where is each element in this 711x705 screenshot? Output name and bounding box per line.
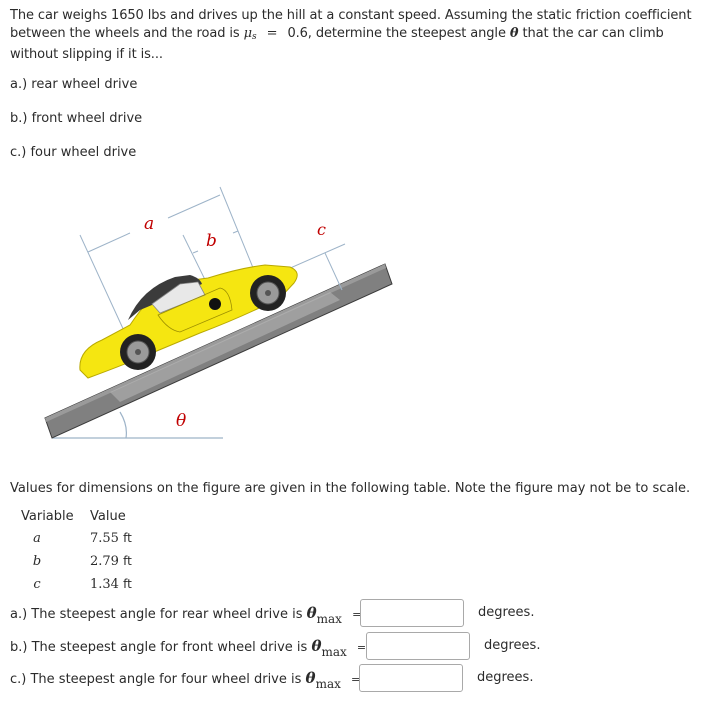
- value-cell: 7.55 ft: [90, 531, 132, 546]
- mu-subscript: s: [252, 32, 257, 42]
- variable-cell: b: [32, 554, 42, 569]
- front-wheel: [250, 275, 286, 311]
- dim-line-rear-axle: [79, 234, 126, 334]
- value-cell: 1.34 ft: [90, 577, 132, 592]
- table-row: b 2.79 ft: [21, 554, 221, 574]
- dim-line-a-right: [167, 194, 221, 219]
- answer-b-unit: degrees.: [484, 638, 541, 653]
- answer-a-unit: degrees.: [478, 605, 535, 620]
- car-on-incline-figure: a b c θ: [40, 180, 410, 450]
- part-b-label: b.) front wheel drive: [10, 111, 143, 126]
- theta-symbol: θ: [509, 26, 519, 41]
- table-row: c 1.34 ft: [21, 577, 221, 597]
- max-subscript: max: [316, 612, 342, 626]
- angle-arc: [119, 411, 127, 439]
- value-number: 1.34: [90, 577, 119, 592]
- part-a-label: a.) rear wheel drive: [10, 77, 138, 92]
- theta-symbol: θ: [311, 637, 322, 655]
- max-subscript: max: [321, 645, 347, 659]
- part-c-label: c.) four wheel drive: [10, 145, 137, 160]
- answer-b-prefix: b.) The steepest angle for front wheel d…: [10, 640, 308, 655]
- answer-c-input[interactable]: [359, 664, 463, 692]
- label-b: b: [206, 231, 217, 251]
- label-a: a: [144, 214, 154, 234]
- variable-cell: c: [33, 577, 41, 592]
- answer-c-label: c.) The steepest angle for four wheel dr…: [10, 669, 360, 691]
- value-number: 7.55: [90, 531, 119, 546]
- answer-a-label: a.) The steepest angle for rear wheel dr…: [10, 604, 361, 626]
- value-unit: ft: [123, 577, 132, 591]
- answer-b-label: b.) The steepest angle for front wheel d…: [10, 637, 366, 659]
- label-c: c: [317, 220, 326, 239]
- answer-c-prefix: c.) The steepest angle for four wheel dr…: [10, 672, 302, 687]
- answer-a-prefix: a.) The steepest angle for rear wheel dr…: [10, 607, 303, 622]
- theta-symbol: θ: [305, 669, 316, 687]
- answer-b-input[interactable]: [366, 632, 470, 660]
- equals-sign: =: [266, 26, 278, 41]
- answer-c-unit: degrees.: [477, 670, 534, 685]
- label-theta: θ: [176, 411, 186, 431]
- rear-wheel: [120, 334, 156, 370]
- theta-symbol: θ: [306, 604, 317, 622]
- dim-line-c: [324, 252, 343, 291]
- values-note: Values for dimensions on the figure are …: [10, 481, 691, 496]
- table-header-variable: Variable: [21, 509, 74, 524]
- dim-line-a-left: [87, 232, 131, 253]
- dim-tick-b-right: [232, 230, 239, 234]
- table-row: a 7.55 ft: [21, 531, 221, 551]
- problem-statement: The car weighs 1650 lbs and drives up th…: [10, 7, 705, 64]
- equals-sign: =: [356, 641, 367, 654]
- value-unit: ft: [123, 554, 132, 568]
- value-cell: 2.79 ft: [90, 554, 132, 569]
- max-subscript: max: [315, 677, 341, 691]
- variable-cell: a: [33, 531, 41, 546]
- dim-line-front-axle: [219, 186, 259, 281]
- center-of-gravity: [209, 298, 221, 310]
- table-header-value: Value: [90, 509, 126, 524]
- answer-a-input[interactable]: [360, 599, 464, 627]
- mu-symbol: μ: [243, 26, 253, 41]
- dim-tick-b: [192, 250, 199, 254]
- value-number: 2.79: [90, 554, 119, 569]
- value-unit: ft: [123, 531, 132, 545]
- mu-value-text: 0.6, determine the steepest angle: [287, 26, 506, 41]
- figure-svg: a b c θ: [44, 186, 393, 439]
